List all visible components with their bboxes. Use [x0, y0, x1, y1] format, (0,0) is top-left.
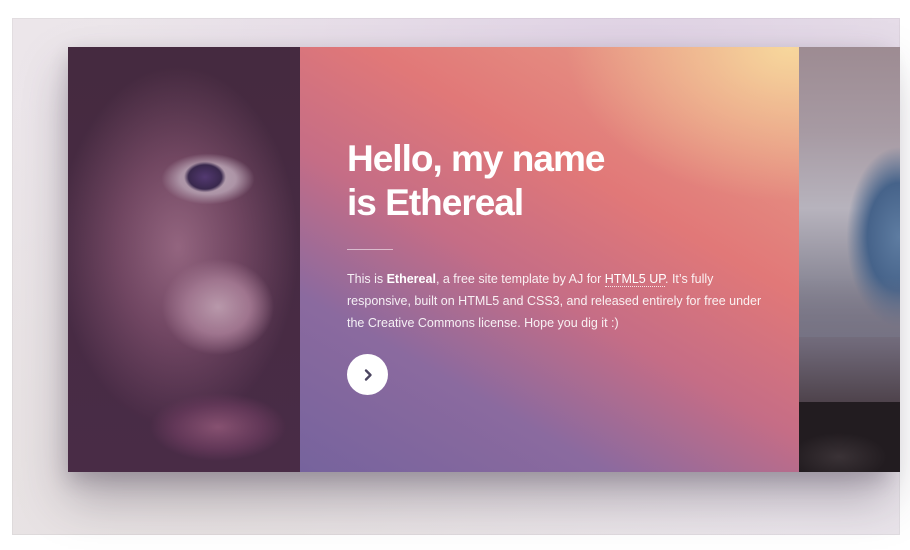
heading-divider	[347, 249, 393, 250]
mountain-ridge	[799, 277, 900, 337]
hero-heading-line-2: is Ethereal	[347, 182, 524, 223]
mountain-photo	[799, 47, 900, 472]
hero-heading: Hello, my name is Ethereal	[347, 137, 707, 225]
next-button[interactable]	[347, 354, 388, 395]
hero-heading-line-1: Hello, my name	[347, 138, 605, 179]
intro-panel: Hello, my name is Ethereal This is Ether…	[300, 47, 799, 472]
portrait-overlay	[68, 47, 300, 472]
portrait-photo	[68, 47, 300, 472]
description-middle: , a free site template by AJ for	[435, 272, 605, 286]
description-brand: Ethereal	[386, 272, 436, 286]
description-intro: This is	[347, 272, 387, 286]
chevron-right-icon	[364, 368, 372, 381]
hero-description: This is Ethereal, a free site template b…	[347, 268, 767, 334]
html5up-link[interactable]: HTML5 UP	[604, 272, 665, 287]
mountain-rocks	[799, 402, 900, 472]
